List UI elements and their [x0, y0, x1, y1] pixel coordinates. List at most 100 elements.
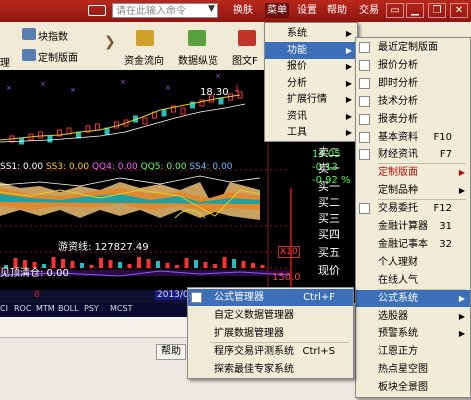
svg-text:×: ×: [215, 72, 221, 80]
menu3-item[interactable]: 自定义数据管理器: [188, 307, 353, 324]
menu2-item[interactable]: 技术分析: [356, 93, 470, 110]
zoom-badge: X10: [278, 246, 300, 258]
indicator-tab[interactable]: MTM: [36, 304, 55, 313]
formula-submenu: 公式管理器 Ctrl+F 自定义数据管理器 扩展数据管理器程序交易评测系统 Ctrl+S…: [187, 287, 354, 379]
indicator-tab[interactable]: MCST: [110, 304, 132, 313]
indicator-tab[interactable]: ROC: [14, 304, 31, 313]
menu2-item[interactable]: 热点星空图: [356, 361, 470, 378]
menu2-item[interactable]: 江恩正方: [356, 343, 470, 360]
menu3-item[interactable]: 探索最佳专家系统: [188, 361, 353, 378]
menu-item-shortcut: Ctrl+F: [303, 292, 335, 303]
toolbar-arrow-icon[interactable]: ❯: [104, 34, 116, 50]
sector-index-button[interactable]: 块指数: [38, 28, 68, 43]
menu1-item[interactable]: 工具 ▶: [265, 124, 357, 141]
menu1-item[interactable]: 资讯 ▶: [265, 108, 357, 125]
menu-item-shortcut: 32: [439, 238, 452, 250]
menu1-item[interactable]: 扩展行情 ▶: [265, 91, 357, 108]
menu3-item[interactable]: 程序交易评测系统 Ctrl+S: [188, 343, 353, 360]
menu-item-label: 江恩正方: [378, 346, 418, 358]
ss-indicator-row: SS1: 0.00 SS3: 0.00 QQ4: 0.00 QQ5: 0.00 …: [0, 162, 270, 174]
menu2-item[interactable]: 报表分析: [356, 111, 470, 128]
fund-flow-button[interactable]: 资金流向: [124, 52, 164, 67]
volume-bar: [165, 263, 170, 268]
command-input[interactable]: 请在此输入命令: [112, 3, 218, 18]
help-button[interactable]: 帮助: [156, 344, 186, 360]
menu2-item[interactable]: 金融记事本 32: [356, 236, 470, 253]
candle: [180, 107, 186, 115]
volume-bar: [108, 260, 113, 268]
volume-bar: [175, 265, 179, 268]
menu-item-label: 报价分析: [378, 59, 418, 71]
menu-item-label: 工具: [287, 127, 307, 138]
menu1-item[interactable]: 功能 ▶: [265, 41, 357, 59]
bid-ask-label: 买一: [318, 180, 340, 193]
volume-bar: [194, 260, 198, 268]
volume-bar: [232, 259, 236, 268]
menu-item-icon: [359, 113, 370, 125]
menu2-item[interactable]: 定制品种 ▶: [356, 182, 470, 199]
menu-item-label: 自定义数据管理器: [214, 310, 294, 321]
bid-ask-label: 买二: [318, 196, 340, 209]
submenu-arrow-icon: ▶: [458, 311, 465, 321]
custom-layout-button[interactable]: 定制版面: [38, 49, 78, 64]
volume-bar: [222, 257, 227, 268]
menu3-item[interactable]: 公式管理器 Ctrl+F: [188, 289, 353, 306]
menu-item-label: 功能: [287, 44, 307, 56]
data-overview-button[interactable]: 数据纵览: [178, 52, 218, 67]
svg-text:×: ×: [120, 78, 126, 86]
indicator-tab[interactable]: PSY: [84, 304, 99, 313]
volume-bar: [156, 261, 160, 268]
menu-item-label: 选股器: [378, 310, 408, 322]
menu2-item[interactable]: 个人理财: [356, 254, 470, 271]
menu1-item[interactable]: 系统 ▶: [265, 25, 357, 42]
menu2-item[interactable]: 选股器 ▶: [356, 308, 470, 325]
menu1-item[interactable]: 报价 ▶: [265, 58, 357, 75]
menu2-item[interactable]: 金融计算器 31: [356, 218, 470, 235]
menu2-item[interactable]: 预警系统 ▶: [356, 325, 470, 342]
menu-item-label: 系统: [287, 28, 307, 39]
menu-settings[interactable]: 设置: [297, 3, 317, 18]
menu-item-label: 预警系统: [378, 328, 418, 340]
menu2-item[interactable]: 定制版面 ▶: [356, 164, 470, 181]
maximize-button[interactable]: ❐: [428, 3, 446, 18]
menu-item-label: 扩展数据管理器: [214, 328, 284, 339]
menu-skin[interactable]: 换肤: [233, 3, 253, 18]
menu2-item[interactable]: 公式系统 ▶: [356, 289, 470, 307]
indicator-tab[interactable]: BOLL: [58, 304, 79, 313]
menu-item-label: 技术分析: [378, 95, 418, 107]
menu-trade[interactable]: 交易: [359, 3, 379, 18]
menu-item-label: 金融计算器: [378, 221, 428, 232]
menu2-item[interactable]: 最近定制版面: [356, 39, 470, 56]
qq4-value: QQ4: 0.00: [91, 162, 138, 172]
menu-item-label: 金融记事本: [378, 238, 428, 250]
menu-item-icon: [191, 292, 202, 303]
menu-item-icon: [359, 203, 370, 215]
graphic-f10-button[interactable]: 图文F: [232, 52, 258, 67]
menu3-item[interactable]: 扩展数据管理器: [188, 325, 353, 342]
menu2-item[interactable]: 交易委托 F12: [356, 200, 470, 217]
minimize-button[interactable]: ▁: [406, 3, 424, 18]
menu-item-label: 报表分析: [378, 113, 418, 125]
keyboard-icon[interactable]: [88, 5, 106, 16]
menu2-item[interactable]: 财经资讯 F7: [356, 146, 470, 163]
menu-item-label: 探索最佳专家系统: [214, 364, 294, 375]
menu-main[interactable]: 菜单: [265, 3, 289, 18]
volume-bar: [146, 259, 151, 268]
menu2-item[interactable]: 即时分析: [356, 75, 470, 92]
menu2-item[interactable]: 板块全景图: [356, 379, 470, 396]
search-dropdown-icon[interactable]: ▼: [208, 4, 215, 14]
indicator-tab[interactable]: CI: [0, 304, 8, 313]
menu2-item[interactable]: 基本资料 F10: [356, 129, 470, 146]
data-overview-icon: [188, 30, 206, 46]
bid-ask-label: 买五: [318, 246, 340, 259]
menu-help[interactable]: 帮助: [327, 3, 347, 18]
menu-item-label: 报价: [287, 61, 307, 72]
restore-panel-button[interactable]: ▭: [386, 3, 404, 18]
menu2-item[interactable]: 在线人气: [356, 272, 470, 289]
custom-layout-icon: [22, 49, 36, 61]
menu2-item[interactable]: 报价分析: [356, 57, 470, 74]
close-button[interactable]: ✕: [450, 3, 468, 18]
submenu-arrow-icon: ▶: [345, 78, 352, 88]
kline-chart[interactable]: × × × × × × ↓ 18.30 SS1: 0.00 SS3: 0.00 QQ4: …: [0, 70, 290, 290]
menu1-item[interactable]: 分析 ▶: [265, 75, 357, 92]
